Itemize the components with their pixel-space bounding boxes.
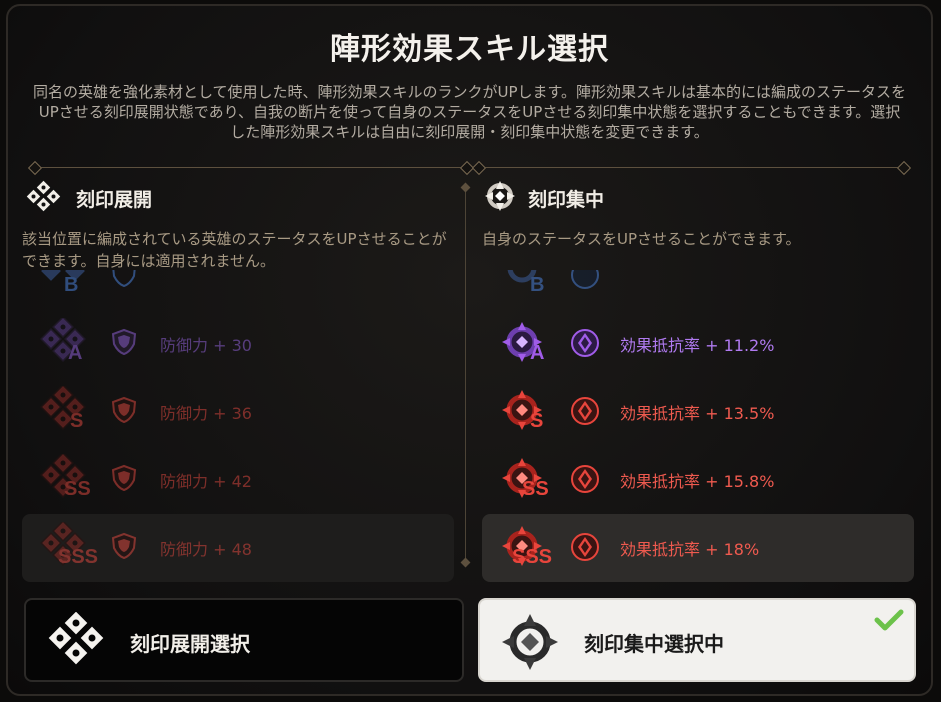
shield-icon (110, 396, 142, 428)
stat-value: 効果抵抗率 + 13.5% (620, 404, 775, 423)
checkmark-icon (874, 608, 904, 636)
dialog-description: 同名の英雄を強化素材として使用した時、陣形効果スキルのランクがUPします。陣形効… (32, 83, 907, 141)
select-engrave-focus-button[interactable]: 刻印集中選択中 (478, 598, 916, 682)
resist-icon (570, 396, 602, 428)
stat-value: 防御力 + 48 (160, 540, 252, 559)
resist-icon (570, 464, 602, 496)
engrave-focus-rank-list[interactable]: B A 効果抵抗率 + 11.2% S 効果抵抗率 + 13.5% SS 効果抵… (482, 270, 918, 590)
engrave-focus-column: 刻印集中 自身のステータスをUPさせることができます。 (482, 180, 918, 274)
rank-row-sss[interactable]: SSS 防御力 + 48 (22, 514, 454, 582)
resist-icon (570, 532, 602, 564)
shield-icon (110, 270, 142, 292)
stat-value: 防御力 + 36 (160, 404, 252, 423)
stat-value: 防御力 + 30 (160, 336, 252, 355)
rank-s-icon: S (494, 386, 564, 438)
rank-a-icon: A (494, 318, 564, 370)
column-separator (460, 182, 471, 568)
rank-s-icon: S (34, 386, 104, 438)
stat-value: 効果抵抗率 + 18% (620, 540, 760, 559)
stat-value: 効果抵抗率 + 11.2% (620, 336, 775, 355)
select-engrave-focus-label: 刻印集中選択中 (584, 632, 724, 656)
rank-a-icon: A (34, 318, 104, 370)
crosshair-icon (482, 180, 518, 216)
engrave-expand-desc: 該当位置に編成されている英雄のステータスをUPさせることができます。自身には適用… (22, 230, 447, 270)
rank-row-sss[interactable]: SSS 効果抵抗率 + 18% (482, 514, 914, 582)
rank-row-s: S 効果抵抗率 + 13.5% (482, 378, 914, 446)
dialog-title: 陣形効果スキル選択 (330, 32, 609, 67)
rank-row-a: A 効果抵抗率 + 11.2% (482, 310, 914, 378)
shield-icon (110, 532, 142, 564)
rank-ss-icon: SS (494, 454, 564, 506)
rank-row-a: A 防御力 + 30 (22, 310, 454, 378)
ornate-divider (27, 160, 912, 176)
rank-b-icon: B (34, 270, 104, 302)
select-engrave-expand-button[interactable]: 刻印展開選択 (24, 598, 464, 682)
resist-icon (570, 328, 602, 360)
rank-row-b: B (22, 270, 454, 310)
rank-row-s: S 防御力 + 36 (22, 378, 454, 446)
engrave-expand-label: 刻印展開 (76, 188, 153, 211)
rank-row-ss: SS 防御力 + 42 (22, 446, 454, 514)
crosshair-icon (494, 612, 566, 676)
engrave-expand-column: 刻印展開 該当位置に編成されている英雄のステータスをUPさせることができます。自… (22, 178, 458, 274)
rank-sss-icon: SSS (494, 522, 564, 574)
rank-b-icon: B (494, 270, 564, 302)
stat-value: 効果抵抗率 + 15.8% (620, 472, 775, 491)
diamond-cluster-icon (22, 178, 66, 216)
shield-icon (110, 464, 142, 496)
diamond-cluster-icon (40, 608, 112, 676)
shield-icon (110, 328, 142, 360)
engrave-expand-rank-list[interactable]: B A 防御力 + 30 S 防御力 + 36 SS 防御力 + 42 SSS (22, 270, 458, 590)
engrave-focus-label: 刻印集中 (528, 188, 605, 211)
rank-ss-icon: SS (34, 454, 104, 506)
stat-value: 防御力 + 42 (160, 472, 252, 491)
resist-icon (570, 270, 602, 292)
rank-row-ss: SS 効果抵抗率 + 15.8% (482, 446, 914, 514)
rank-row-b: B (482, 270, 914, 310)
rank-sss-icon: SSS (34, 522, 104, 574)
select-engrave-expand-label: 刻印展開選択 (130, 632, 250, 656)
engrave-focus-desc: 自身のステータスをUPさせることができます。 (482, 230, 801, 248)
